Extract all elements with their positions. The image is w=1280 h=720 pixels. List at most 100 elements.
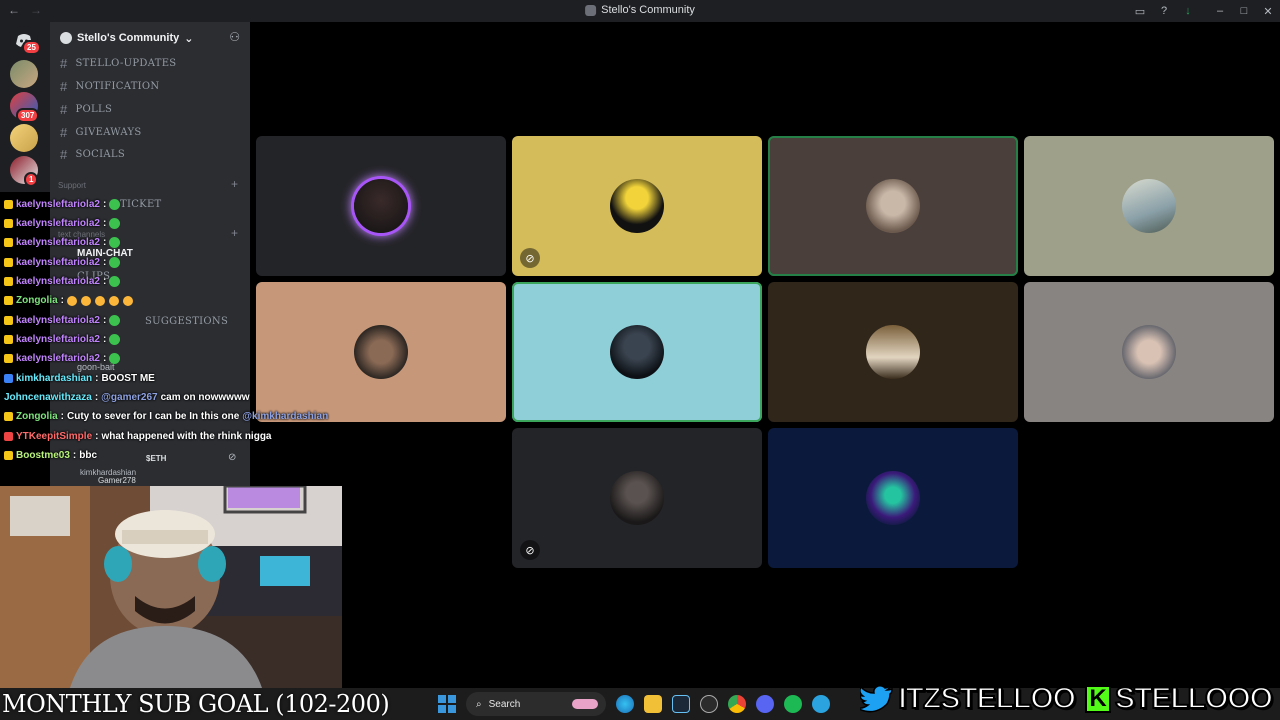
chrome-icon[interactable] [728,695,746,713]
hash-icon: # [60,78,68,94]
muted-mic-icon: ⊘ [520,540,540,560]
notification-badge: 307 [16,108,40,123]
twitter-handle: ITZSTELLOO [897,681,1077,716]
channel-label: NOTIFICATION [75,80,160,92]
windows-start-icon[interactable] [438,695,456,713]
participant-avatar [866,325,920,379]
server-icon [585,4,597,16]
chat-message: kaelynsleftariola2: [4,237,121,248]
screen: ← → Stello's Community ▭ ? ↓ – □ ✕ 25 30… [0,0,1280,720]
window-title: Stello's Community [585,4,695,16]
participant-avatar [610,179,664,233]
server-icon-4[interactable]: 1 [10,156,39,187]
channel-label: GIVEAWAYS [75,126,142,138]
voice-stage: ⊘ ⊘ [250,22,1280,688]
guild-name: Stello's Community [77,32,180,44]
spotify-icon[interactable] [784,695,802,713]
sub-goal-text: MONTHLY SUB GOAL (102-200) [2,690,390,718]
discord-home-icon[interactable]: 25 [10,26,41,55]
inbox-icon[interactable]: ▭ [1128,5,1152,18]
steam-icon[interactable] [672,695,690,713]
hash-icon: # [60,124,68,140]
participant-avatar [1122,179,1176,233]
server-rail: 25 307 1 [0,22,50,192]
notification-badge: 25 [22,40,41,55]
channel-socials[interactable]: # SOCIALS [60,144,125,164]
participant-tile[interactable]: ⊘ [512,136,762,276]
file-explorer-icon[interactable] [644,695,662,713]
edge-icon[interactable] [616,695,634,713]
participant-tile[interactable]: ⊘ [512,428,762,568]
help-icon[interactable]: ? [1152,5,1176,17]
window-titlebar: ← → Stello's Community ▭ ? ↓ – □ ✕ [0,0,1280,22]
guild-icon [60,32,72,44]
forward-arrow-icon[interactable]: → [30,3,42,17]
participant-avatar [354,325,408,379]
channel-giveaways[interactable]: # GIVEAWAYS [60,122,142,142]
taskbar-search[interactable]: ⌕ Search [466,692,606,716]
participant-tile[interactable] [768,136,1018,276]
hash-icon: # [60,146,68,162]
participant-tile[interactable] [768,282,1018,422]
chat-message: Zongolia: [4,295,134,306]
webcam-feed [0,486,342,688]
chat-message: Zongolia: Cuty to sever for I can be In t… [4,411,328,422]
chat-message: kaelynsleftariola2: [4,276,121,287]
invite-people-icon[interactable]: ⚇ [229,30,240,44]
hash-icon: # [60,101,68,117]
chat-message: kaelynsleftariola2: [4,315,121,326]
participant-avatar [610,471,664,525]
channel-stello-updates[interactable]: # STELLO-UPDATES [60,53,176,73]
participant-avatar [354,179,408,233]
kick-handle: STELLOOO [1114,681,1274,716]
muted-mic-icon: ⊘ [520,248,540,268]
add-channel-icon[interactable]: + [231,177,238,191]
window-controls: ▭ ? ↓ – □ ✕ [1128,0,1280,22]
server-icon-1[interactable] [10,60,38,88]
chat-message: kaelynsleftariola2: [4,199,121,210]
notification-badge: 1 [24,172,39,187]
kick-icon: K [1085,685,1111,713]
back-arrow-icon[interactable]: ← [8,3,20,17]
close-button[interactable]: ✕ [1256,5,1280,18]
chat-message: Johncenawithzaza: @gamer267 cam on nowwwww [4,392,250,403]
participant-tile[interactable] [1024,136,1274,276]
telegram-icon[interactable] [812,695,830,713]
server-icon-3[interactable] [10,124,38,152]
channel-label: POLLS [75,103,113,115]
window-title-text: Stello's Community [601,4,695,16]
participant-tile[interactable] [1024,282,1274,422]
twitter-icon [860,684,894,713]
guild-header[interactable]: Stello's Community ⌄ ⚇ [50,22,250,54]
minimize-button[interactable]: – [1208,5,1232,17]
category-support[interactable]: Support [58,181,86,190]
participant-avatar [866,179,920,233]
search-label: Search [488,698,521,710]
discord-icon[interactable] [756,695,774,713]
channel-polls[interactable]: # POLLS [60,99,112,119]
nav-arrows: ← → [8,3,42,17]
stream-chat-overlay: kaelynsleftariola2: kaelynsleftariola2: … [0,196,340,486]
chat-message: kaelynsleftariola2: [4,218,121,229]
chat-message: kaelynsleftariola2: [4,334,121,345]
maximize-button[interactable]: □ [1232,5,1256,17]
chat-message: kaelynsleftariola2: [4,257,121,268]
participant-avatar [610,325,664,379]
chat-message: kaelynsleftariola2: [4,353,121,364]
chat-message: kimkhardashian: BOOST ME [4,373,155,384]
server-icon-2[interactable]: 307 [10,92,40,123]
hash-icon: # [60,55,68,71]
channel-notification[interactable]: # NOTIFICATION [60,76,159,96]
participant-tile[interactable] [512,282,762,422]
participant-tile[interactable] [768,428,1018,568]
participant-avatar [1122,325,1176,379]
download-icon[interactable]: ↓ [1176,5,1200,17]
chat-message: YTKeepitSimple: what happened with the rh… [4,431,272,442]
social-handles: ITZSTELLOO K STELLOOO [860,681,1274,716]
participant-avatar [866,471,920,525]
chevron-down-icon: ⌄ [184,32,194,45]
app-icon[interactable] [700,695,718,713]
search-highlight-icon [572,699,598,709]
channel-label: STELLO-UPDATES [75,57,177,69]
channel-label: SOCIALS [75,148,125,160]
